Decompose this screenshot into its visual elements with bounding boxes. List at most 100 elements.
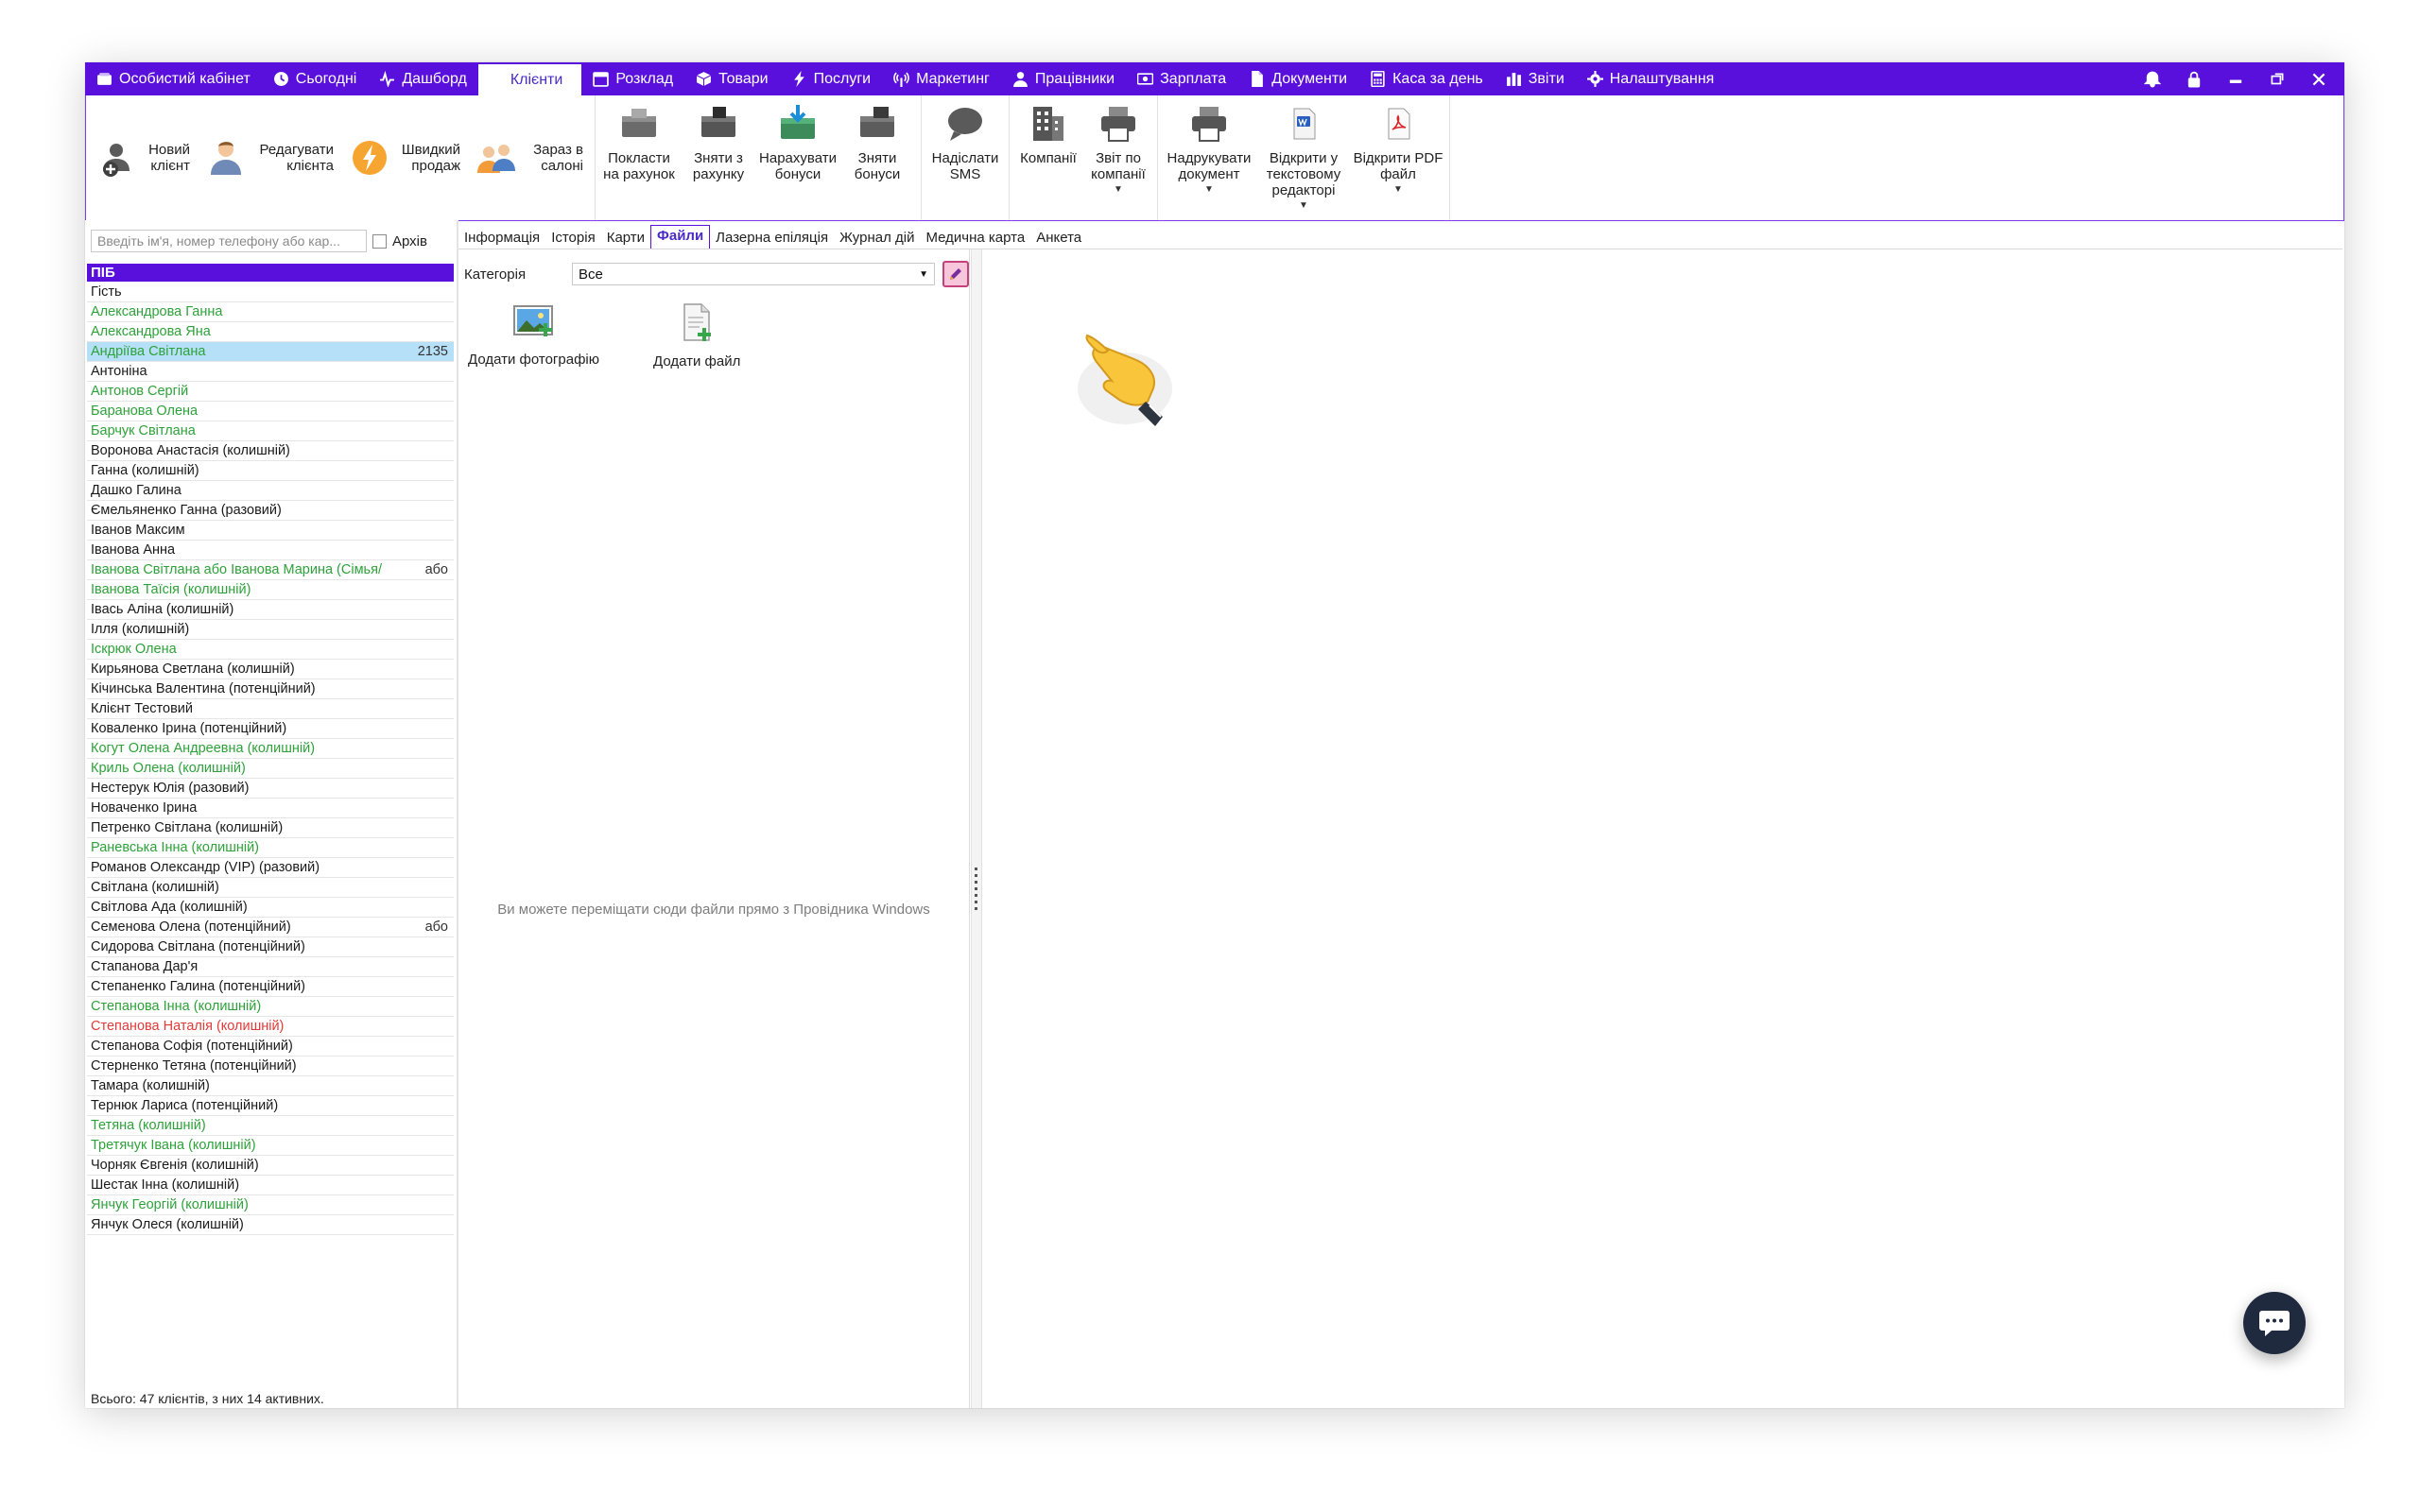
nav-employees[interactable]: Працівники [1001, 62, 1126, 95]
tab-4[interactable]: Лазерна епіляція [710, 228, 834, 249]
client-row[interactable]: Кічинська Валентина (потенційний) [87, 679, 454, 699]
client-row[interactable]: Когут Олена Андреевна (колишній) [87, 739, 454, 759]
client-row[interactable]: Іванова Анна [87, 541, 454, 560]
dropdown-arrow-icon[interactable]: ▼ [1204, 184, 1214, 195]
open-pdf-button[interactable]: Відкрити PDF файл ▼ [1351, 95, 1445, 195]
nav-reports[interactable]: Звіти [1495, 62, 1576, 95]
client-row[interactable]: Івась Аліна (колишній) [87, 600, 454, 620]
client-row[interactable]: Ілля (колишній) [87, 620, 454, 640]
edit-client-button[interactable]: Редагувати клієнта [198, 95, 341, 220]
client-row[interactable]: Новаченко Ірина [87, 799, 454, 818]
client-row[interactable]: Іванова Таїсія (колишній) [87, 580, 454, 600]
close-icon[interactable] [2310, 71, 2327, 88]
nav-today[interactable]: Сьогодні [262, 62, 369, 95]
print-document-button[interactable]: Надрукувати документ ▼ [1162, 95, 1256, 195]
client-row[interactable]: Іванова Світлана або Іванова Марина (Сім… [87, 560, 454, 580]
client-row[interactable]: Іскрюк Олена [87, 640, 454, 660]
put-on-account-button[interactable]: Покласти на рахунок [599, 95, 679, 182]
nav-cash-register[interactable]: Каса за день [1358, 62, 1495, 95]
tab-7[interactable]: Анкета [1030, 228, 1087, 249]
withdraw-bonus-button[interactable]: Зняти бонуси [838, 95, 917, 182]
nav-clients[interactable]: Клієнти [477, 64, 582, 95]
client-row[interactable]: Петренко Світлана (колишній) [87, 818, 454, 838]
in-salon-button[interactable]: Зараз в салоні [468, 95, 591, 220]
client-row[interactable]: Стапанова Дар'я [87, 957, 454, 977]
client-row[interactable]: Сидорова Світлана (потенційний) [87, 937, 454, 957]
client-row[interactable]: Третячук Івана (колишній) [87, 1136, 454, 1156]
tab-5[interactable]: Журнал дій [834, 228, 920, 249]
edit-categories-button[interactable] [942, 261, 969, 287]
client-row[interactable]: Воронова Анастасія (колишній) [87, 441, 454, 461]
client-row[interactable]: Раневська Інна (колишній) [87, 838, 454, 858]
client-row[interactable]: Гість [87, 283, 454, 302]
client-row[interactable]: Александрова Ганна [87, 302, 454, 322]
client-row[interactable]: Тернюк Лариса (потенційний) [87, 1096, 454, 1116]
client-row[interactable]: Дашко Галина [87, 481, 454, 501]
nav-personal-cabinet[interactable]: Особистий кабінет [85, 62, 262, 95]
client-row[interactable]: Іванов Максим [87, 521, 454, 541]
client-row[interactable]: Тетяна (колишній) [87, 1116, 454, 1136]
client-row[interactable]: Степанова Наталія (колишній) [87, 1017, 454, 1037]
client-row[interactable]: Клієнт Тестовий [87, 699, 454, 719]
client-row[interactable]: Антонов Сергій [87, 382, 454, 402]
client-row[interactable]: Коваленко Ірина (потенційний) [87, 719, 454, 739]
nav-services[interactable]: Послуги [780, 62, 883, 95]
nav-dashboard[interactable]: Дашборд [368, 62, 478, 95]
archive-checkbox[interactable] [372, 233, 387, 249]
tab-1[interactable]: Історія [545, 228, 601, 249]
companies-button[interactable]: Компанії [1013, 95, 1083, 166]
nav-settings[interactable]: Налаштування [1576, 62, 1726, 95]
client-row[interactable]: Стерненко Тетяна (потенційний) [87, 1057, 454, 1076]
tab-0[interactable]: Інформація [458, 228, 545, 249]
client-row[interactable]: Андріїва Світлана 2135 [87, 342, 454, 362]
nav-marketing[interactable]: Маркетинг [882, 62, 1001, 95]
client-row[interactable]: Александрова Яна [87, 322, 454, 342]
add-photo-button[interactable]: Додати фотографію [468, 302, 599, 368]
client-row[interactable]: Степаненко Галина (потенційний) [87, 977, 454, 997]
client-search-input[interactable] [91, 230, 367, 252]
client-row[interactable]: Чорняк Євгенія (колишній) [87, 1156, 454, 1176]
client-row[interactable]: Антоніна [87, 362, 454, 382]
client-row[interactable]: Янчук Олеся (колишній) [87, 1215, 454, 1235]
client-row[interactable]: Янчук Георгій (колишній) [87, 1195, 454, 1215]
client-row[interactable]: Баранова Олена [87, 402, 454, 421]
nav-schedule[interactable]: Розклад [581, 62, 684, 95]
client-row[interactable]: Шестак Інна (колишній) [87, 1176, 454, 1195]
client-row[interactable]: Криль Олена (колишній) [87, 759, 454, 779]
nav-documents[interactable]: Документи [1237, 62, 1358, 95]
dropdown-arrow-icon[interactable]: ▼ [1114, 184, 1123, 195]
tab-6[interactable]: Медична карта [920, 228, 1030, 249]
client-row[interactable]: Нестерук Юлія (разовий) [87, 779, 454, 799]
quick-sale-button[interactable]: Швидкий продаж [341, 95, 468, 220]
nav-goods[interactable]: Товари [684, 62, 779, 95]
send-sms-button[interactable]: Надіслати SMS [925, 95, 1005, 182]
client-row[interactable]: Барчук Світлана [87, 421, 454, 441]
client-row[interactable]: Світлова Ада (колишній) [87, 898, 454, 918]
client-row[interactable]: Світлана (колишній) [87, 878, 454, 898]
client-row[interactable]: Семенова Олена (потенційний) або [87, 918, 454, 937]
new-client-button[interactable]: Новий клієнт [90, 95, 198, 220]
client-row[interactable]: Степанова Інна (колишній) [87, 997, 454, 1017]
client-row[interactable]: Тамара (колишній) [87, 1076, 454, 1096]
dropdown-arrow-icon[interactable]: ▼ [1299, 200, 1308, 211]
column-header-name[interactable]: ПІБ [87, 264, 454, 282]
bell-icon[interactable] [2144, 71, 2161, 88]
minimize-icon[interactable] [2227, 71, 2244, 88]
panel-splitter[interactable] [971, 249, 982, 1408]
client-row[interactable]: Ганна (колишній) [87, 461, 454, 481]
add-file-button[interactable]: Додати файл [653, 302, 740, 369]
tab-2[interactable]: Карти [601, 228, 650, 249]
client-row[interactable]: Степанова Софія (потенційний) [87, 1037, 454, 1057]
lock-icon[interactable] [2186, 71, 2203, 88]
client-row[interactable]: Кирьянова Светлана (колишній) [87, 660, 454, 679]
company-report-button[interactable]: Звіт по компанії ▼ [1083, 95, 1153, 195]
client-row[interactable]: Ємельяненко Ганна (разовий) [87, 501, 454, 521]
nav-salary[interactable]: Зарплата [1126, 62, 1237, 95]
accrue-bonus-button[interactable]: Нарахувати бонуси [758, 95, 838, 182]
category-select[interactable]: Все ▼ [572, 263, 935, 285]
withdraw-account-button[interactable]: Зняти з рахунку [679, 95, 758, 182]
dropdown-arrow-icon[interactable]: ▼ [1393, 184, 1403, 195]
tab-3[interactable]: Файли [650, 225, 711, 249]
support-chat-button[interactable] [2243, 1292, 2306, 1354]
restore-icon[interactable] [2269, 71, 2286, 88]
